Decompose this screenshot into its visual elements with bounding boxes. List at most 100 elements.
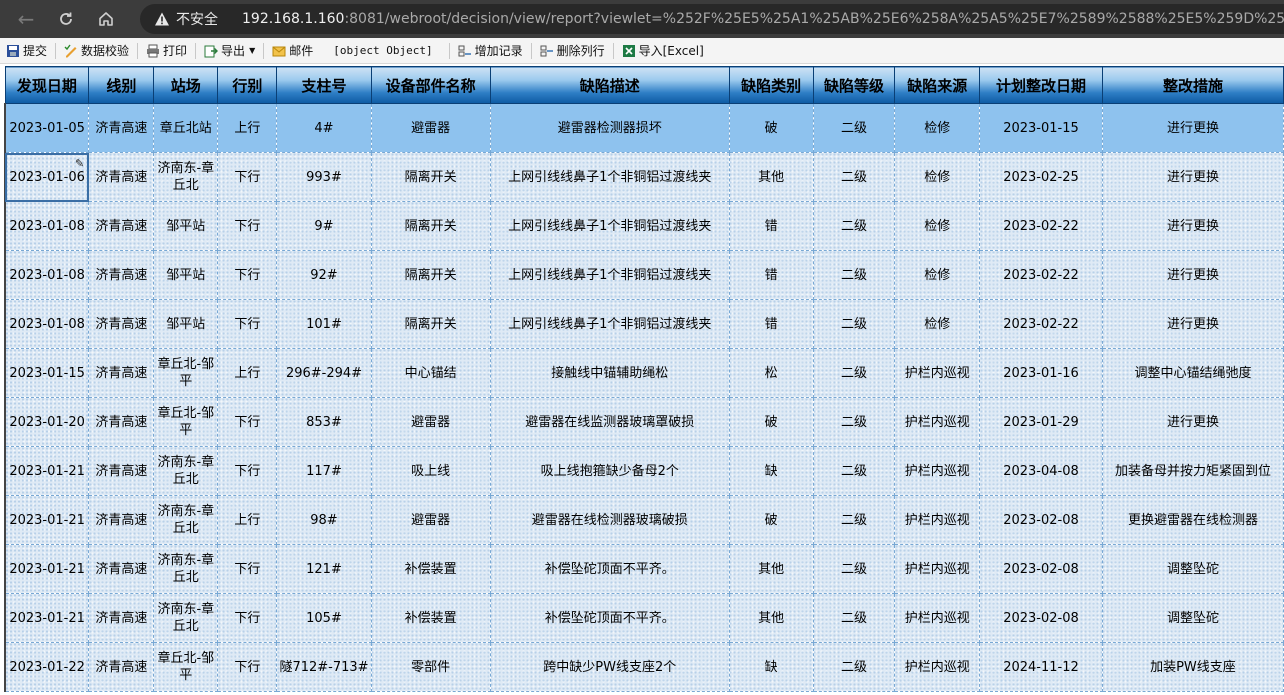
cell-component[interactable]: 避雷器 [370, 397, 491, 447]
cell-defect-source[interactable]: 护栏内巡视 [894, 397, 981, 447]
cell-line[interactable]: 济青高速 [88, 397, 155, 447]
cell-direction[interactable]: 下行 [217, 642, 278, 692]
table-row[interactable]: 2023-01-21 济青高速 济南东-章丘北 上行 98# 避雷器 避雷器在线检测器玻璃破… [4, 495, 1284, 545]
table-row[interactable]: 2023-01-06 ✎ 济青高速 济南东-章丘北 下行 993# 隔离开关 上网引线线鼻子1… [4, 152, 1284, 202]
cell-defect-type[interactable]: 错 [728, 299, 814, 349]
cell-pole-number[interactable]: 98# [276, 495, 372, 545]
cell-pole-number[interactable]: 121# [276, 544, 372, 594]
cell-direction[interactable]: 上行 [217, 348, 278, 398]
cell-discover-date[interactable]: 2023-01-15 [4, 348, 90, 398]
cell-defect-desc[interactable]: 补偿坠砣顶面不平齐。 [489, 593, 730, 643]
cell-plan-date[interactable]: 2023-02-08 [979, 495, 1103, 545]
header-plan-date[interactable]: 计划整改日期 [979, 66, 1103, 104]
cell-defect-source[interactable]: 检修 [894, 299, 981, 349]
cell-line[interactable]: 济青高速 [88, 152, 155, 202]
cell-defect-level[interactable]: 二级 [812, 103, 896, 153]
cell-line[interactable]: 济青高速 [88, 348, 155, 398]
table-row[interactable]: 2023-01-08 济青高速 邹平站 下行 9# 隔离开关 上网引线线鼻子1个非铜铝过渡线… [4, 201, 1284, 251]
cell-defect-type[interactable]: 其他 [728, 593, 814, 643]
cell-defect-desc[interactable]: 接触线中锚辅助绳松 [489, 348, 730, 398]
cell-pole-number[interactable]: 4# [276, 103, 372, 153]
insecure-label[interactable]: 不安全 [176, 9, 218, 29]
table-row[interactable]: 2023-01-08 济青高速 邹平站 下行 92# 隔离开关 上网引线线鼻子1个非铜铝过渡… [4, 250, 1284, 300]
reload-icon[interactable] [46, 0, 86, 38]
cell-defect-source[interactable]: 检修 [894, 250, 981, 300]
object-button[interactable]: [object Object] [319, 40, 446, 62]
table-row[interactable]: 2023-01-22 济青高速 章丘北-邹平 下行 隧712#-713# 零部件 跨中缺少P… [4, 642, 1284, 692]
cell-direction[interactable]: 下行 [217, 201, 278, 251]
cell-defect-level[interactable]: 二级 [812, 544, 896, 594]
cell-defect-level[interactable]: 二级 [812, 201, 896, 251]
cell-station[interactable]: 邹平站 [153, 201, 219, 251]
cell-component[interactable]: 避雷器 [370, 103, 491, 153]
table-row[interactable]: 2023-01-21 济青高速 济南东-章丘北 下行 117# 吸上线 吸上线抱箍缺少备母2… [4, 446, 1284, 496]
cell-plan-date[interactable]: 2023-01-15 [979, 103, 1103, 153]
cell-defect-source[interactable]: 护栏内巡视 [894, 593, 981, 643]
cell-station[interactable]: 章丘北站 [153, 103, 219, 153]
cell-defect-level[interactable]: 二级 [812, 152, 896, 202]
cell-defect-desc[interactable]: 避雷器在线监测器玻璃罩破损 [489, 397, 730, 447]
cell-measures[interactable]: 进行更换 [1101, 299, 1284, 349]
cell-plan-date[interactable]: 2023-02-22 [979, 250, 1103, 300]
cell-pole-number[interactable]: 853# [276, 397, 372, 447]
table-row[interactable]: 2023-01-08 济青高速 邹平站 下行 101# 隔离开关 上网引线线鼻子1个非铜铝过… [4, 299, 1284, 349]
cell-measures[interactable]: 调整坠砣 [1101, 544, 1284, 594]
cell-station[interactable]: 章丘北-邹平 [153, 397, 219, 447]
cell-discover-date[interactable]: 2023-01-21 [4, 593, 90, 643]
cell-measures[interactable]: 调整中心锚结绳弛度 [1101, 348, 1284, 398]
header-discover-date[interactable]: 发现日期 [4, 66, 90, 104]
cell-direction[interactable]: 下行 [217, 299, 278, 349]
header-line[interactable]: 线别 [88, 66, 155, 104]
cell-pole-number[interactable]: 92# [276, 250, 372, 300]
header-defect-source[interactable]: 缺陷来源 [894, 66, 981, 104]
cell-defect-type[interactable]: 缺 [728, 642, 814, 692]
cell-station[interactable]: 邹平站 [153, 250, 219, 300]
cell-discover-date[interactable]: 2023-01-22 [4, 642, 90, 692]
cell-component[interactable]: 避雷器 [370, 495, 491, 545]
cell-component[interactable]: 隔离开关 [370, 250, 491, 300]
header-measures[interactable]: 整改措施 [1101, 66, 1284, 104]
header-defect-level[interactable]: 缺陷等级 [812, 66, 896, 104]
cell-component[interactable]: 补偿装置 [370, 593, 491, 643]
cell-plan-date[interactable]: 2024-11-12 [979, 642, 1103, 692]
cell-pole-number[interactable]: 993# [276, 152, 372, 202]
cell-defect-source[interactable]: 护栏内巡视 [894, 348, 981, 398]
address-bar[interactable]: 不安全 192.168.1.160:8081/webroot/decision/… [140, 4, 1284, 34]
header-pole-number[interactable]: 支柱号 [276, 66, 372, 104]
cell-defect-desc[interactable]: 补偿坠砣顶面不平齐。 [489, 544, 730, 594]
cell-component[interactable]: 中心锚结 [370, 348, 491, 398]
cell-defect-type[interactable]: 破 [728, 103, 814, 153]
cell-defect-type[interactable]: 错 [728, 250, 814, 300]
url-host[interactable]: 192.168.1.160 [242, 11, 344, 27]
table-row[interactable]: 2023-01-21 济青高速 济南东-章丘北 下行 105# 补偿装置 补偿坠砣顶面不平齐… [4, 593, 1284, 643]
cell-pole-number[interactable]: 隧712#-713# [276, 642, 372, 692]
cell-defect-desc[interactable]: 上网引线线鼻子1个非铜铝过渡线夹 [489, 299, 730, 349]
cell-station[interactable]: 济南东-章丘北 [153, 495, 219, 545]
cell-defect-desc[interactable]: 跨中缺少PW线支座2个 [489, 642, 730, 692]
warning-triangle-icon[interactable] [154, 10, 170, 28]
cell-direction[interactable]: 上行 [217, 495, 278, 545]
cell-defect-desc[interactable]: 吸上线抱箍缺少备母2个 [489, 446, 730, 496]
cell-direction[interactable]: 下行 [217, 544, 278, 594]
cell-direction[interactable]: 下行 [217, 593, 278, 643]
cell-direction[interactable]: 下行 [217, 152, 278, 202]
cell-pole-number[interactable]: 296#-294# [276, 348, 372, 398]
cell-direction[interactable]: 下行 [217, 446, 278, 496]
cell-defect-level[interactable]: 二级 [812, 593, 896, 643]
table-row[interactable]: 2023-01-15 济青高速 章丘北-邹平 上行 296#-294# 中心锚结 接触线中锚… [4, 348, 1284, 398]
cell-line[interactable]: 济青高速 [88, 544, 155, 594]
cell-defect-desc[interactable]: 上网引线线鼻子1个非铜铝过渡线夹 [489, 152, 730, 202]
cell-line[interactable]: 济青高速 [88, 250, 155, 300]
cell-plan-date[interactable]: 2023-02-22 [979, 299, 1103, 349]
cell-defect-source[interactable]: 检修 [894, 103, 981, 153]
cell-defect-source[interactable]: 护栏内巡视 [894, 544, 981, 594]
cell-line[interactable]: 济青高速 [88, 201, 155, 251]
cell-measures[interactable]: 进行更换 [1101, 397, 1284, 447]
cell-discover-date[interactable]: 2023-01-06 ✎ [4, 152, 90, 202]
cell-measures[interactable]: 进行更换 [1101, 152, 1284, 202]
cell-component[interactable]: 隔离开关 [370, 152, 491, 202]
home-icon[interactable] [86, 0, 126, 38]
header-defect-desc[interactable]: 缺陷描述 [489, 66, 730, 104]
cell-discover-date[interactable]: 2023-01-08 [4, 299, 90, 349]
cell-discover-date[interactable]: 2023-01-20 [4, 397, 90, 447]
